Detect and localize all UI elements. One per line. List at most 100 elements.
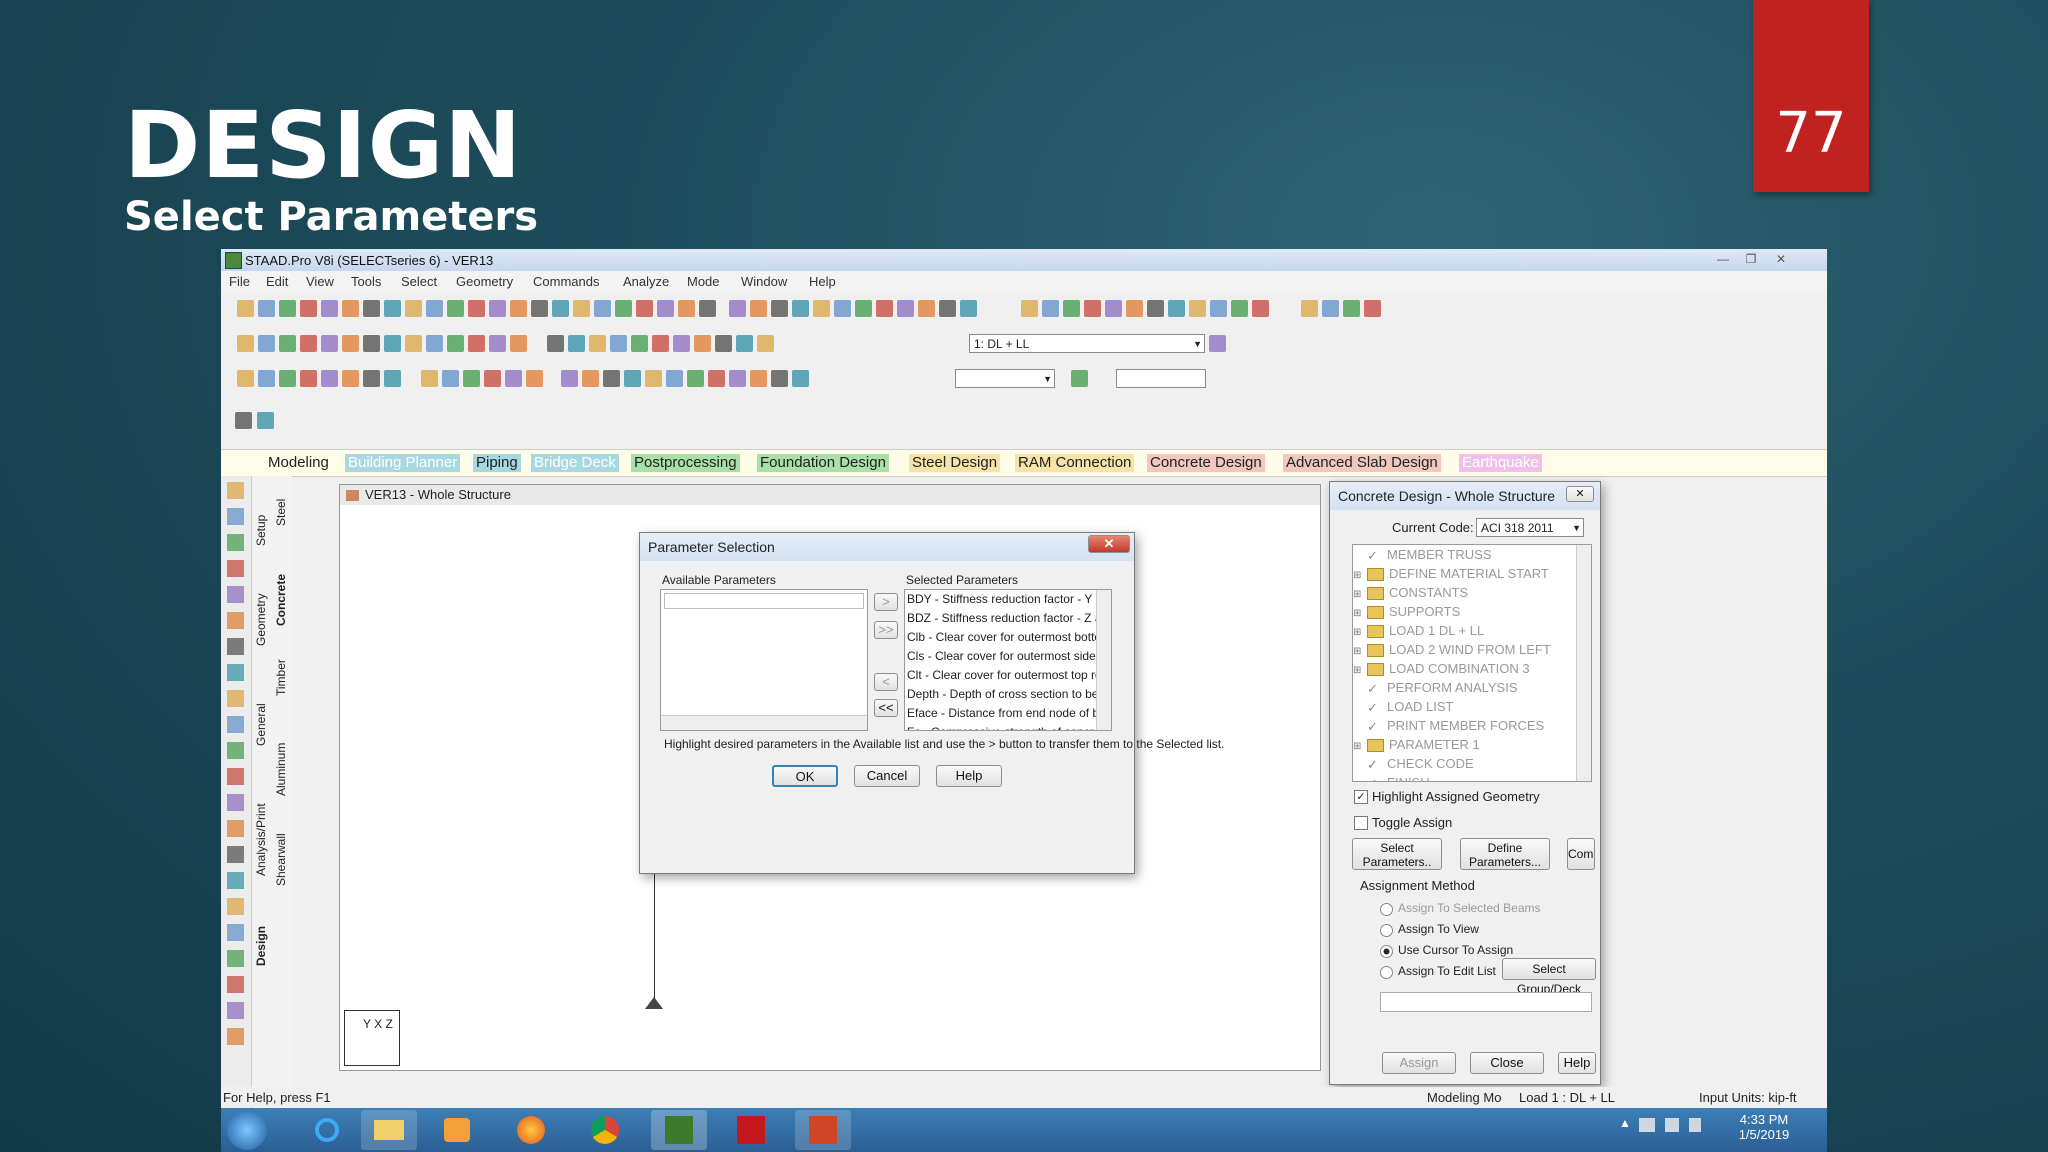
toolbar-tool-icon[interactable]	[384, 370, 401, 387]
toolbar-tool-icon[interactable]	[960, 300, 977, 317]
select-group-deck-button[interactable]: Select Group/Deck	[1502, 958, 1596, 996]
toolbar-tool-icon[interactable]	[1209, 335, 1226, 352]
add-param-button[interactable]: >	[874, 593, 898, 611]
menu-commands[interactable]: Commands	[533, 274, 599, 289]
firefox-icon[interactable]	[503, 1110, 559, 1150]
left-tool-icon[interactable]	[227, 872, 244, 889]
left-tool-icon[interactable]	[227, 820, 244, 837]
select-parameters-button[interactable]: Select Parameters..	[1352, 838, 1442, 870]
toolbar-tool-icon[interactable]	[1301, 300, 1318, 317]
selected-param-item[interactable]: BDY - Stiffness reduction factor - Y axi…	[905, 590, 1111, 609]
toolbar-tool-icon[interactable]	[729, 300, 746, 317]
toolbar-tool-icon[interactable]	[279, 370, 296, 387]
selected-param-item[interactable]: Fc - Compressive strength of concrete:	[905, 723, 1111, 730]
toolbar-tool-icon[interactable]	[813, 300, 830, 317]
tab-general[interactable]: General	[254, 703, 268, 746]
toolbar-tool-icon[interactable]	[757, 335, 774, 352]
toolbar-tool-icon[interactable]	[447, 335, 464, 352]
toolbar-tool-icon[interactable]	[1071, 370, 1088, 387]
toolbar-tool-icon[interactable]	[526, 370, 543, 387]
selected-list-scrollbar[interactable]	[1096, 590, 1111, 730]
toolbar-tool-icon[interactable]	[1231, 300, 1248, 317]
toolbar-tool-icon[interactable]	[321, 370, 338, 387]
toolbar-tool-icon[interactable]	[1084, 300, 1101, 317]
tab-foundation-design[interactable]: Foundation Design	[757, 454, 889, 472]
toolbar-tool-icon[interactable]	[715, 335, 732, 352]
minimize-button[interactable]: —	[1711, 251, 1735, 267]
param-dialog-close-button[interactable]: ✕	[1088, 535, 1130, 553]
toolbar-tool-icon[interactable]	[897, 300, 914, 317]
tab-bridge-deck[interactable]: Bridge Deck	[531, 454, 619, 472]
add-all-params-button[interactable]: >>	[874, 621, 898, 639]
toolbar-tool-icon[interactable]	[729, 370, 746, 387]
toolbar-tool-icon[interactable]	[1126, 300, 1143, 317]
toolbar-tool-icon[interactable]	[237, 300, 254, 317]
toolbar-tool-icon[interactable]	[279, 335, 296, 352]
toolbar-tool-icon[interactable]	[505, 370, 522, 387]
concrete-help-button[interactable]: Help	[1558, 1052, 1596, 1074]
left-tool-icon[interactable]	[227, 846, 244, 863]
volume-icon[interactable]	[1665, 1118, 1679, 1132]
radio-assign-selected-beams[interactable]	[1380, 903, 1393, 916]
ok-button[interactable]: OK	[772, 765, 838, 787]
toolbar-tool-icon[interactable]	[405, 335, 422, 352]
toolbar-tool-icon[interactable]	[645, 370, 662, 387]
toolbar-tool-icon[interactable]	[568, 335, 585, 352]
toolbar-tool-icon[interactable]	[426, 335, 443, 352]
toolbar-tool-icon[interactable]	[342, 300, 359, 317]
start-button-icon[interactable]	[227, 1110, 267, 1150]
toolbar-tool-icon[interactable]	[678, 300, 695, 317]
menu-help[interactable]: Help	[809, 274, 836, 289]
toolbar-tool-icon[interactable]	[687, 370, 704, 387]
media-player-icon[interactable]	[429, 1110, 485, 1150]
menu-geometry[interactable]: Geometry	[456, 274, 513, 289]
toolbar-tool-icon[interactable]	[939, 300, 956, 317]
toolbar-tool-icon[interactable]	[589, 335, 606, 352]
toolbar-tool-icon[interactable]	[1343, 300, 1360, 317]
toolbar-tool-icon[interactable]	[1210, 300, 1227, 317]
toolbar-tool-icon[interactable]	[652, 335, 669, 352]
file-explorer-icon[interactable]	[361, 1110, 417, 1150]
left-tool-icon[interactable]	[227, 950, 244, 967]
toolbar-tool-icon[interactable]	[615, 300, 632, 317]
left-tool-icon[interactable]	[227, 1028, 244, 1045]
close-window-button[interactable]: ✕	[1769, 251, 1793, 267]
toolbar-tool-icon[interactable]	[237, 335, 254, 352]
left-tool-icon[interactable]	[227, 508, 244, 525]
selected-parameters-list[interactable]: BDY - Stiffness reduction factor - Y axi…	[904, 589, 1112, 731]
toolbar-tool-icon[interactable]	[1042, 300, 1059, 317]
tab-aluminum[interactable]: Aluminum	[274, 743, 288, 796]
toolbar-tool-icon[interactable]	[750, 300, 767, 317]
menu-view[interactable]: View	[306, 274, 334, 289]
menu-edit[interactable]: Edit	[266, 274, 288, 289]
toolbar-spin-input[interactable]	[1116, 369, 1206, 388]
toolbar-tool-icon[interactable]	[300, 370, 317, 387]
toolbar-tool-icon[interactable]	[421, 370, 438, 387]
toolbar-tool-icon[interactable]	[631, 335, 648, 352]
left-tool-icon[interactable]	[227, 482, 244, 499]
toolbar-tool-icon[interactable]	[257, 412, 274, 429]
toolbar-tool-icon[interactable]	[384, 335, 401, 352]
flag-icon[interactable]	[1689, 1118, 1701, 1132]
toolbar-tool-icon[interactable]	[792, 300, 809, 317]
toolbar-tool-icon[interactable]	[1105, 300, 1122, 317]
toolbar-tool-icon[interactable]	[657, 300, 674, 317]
selected-param-item[interactable]: Cls - Clear cover for outermost side rei…	[905, 647, 1111, 666]
toolbar-tool-icon[interactable]	[442, 370, 459, 387]
tree-node[interactable]: ⊞ SUPPORTS	[1353, 602, 1591, 621]
menu-window[interactable]: Window	[741, 274, 787, 289]
staad-pro-taskbar-icon[interactable]	[651, 1110, 707, 1150]
toolbar-tool-icon[interactable]	[1063, 300, 1080, 317]
left-tool-icon[interactable]	[227, 742, 244, 759]
tree-node[interactable]: ⊞ LOAD 2 WIND FROM LEFT	[1353, 640, 1591, 659]
toolbar-tool-icon[interactable]	[300, 300, 317, 317]
taskbar-clock[interactable]: 4:33 PM 1/5/2019	[1729, 1112, 1799, 1142]
left-tool-icon[interactable]	[227, 586, 244, 603]
toolbar-tool-icon[interactable]	[342, 335, 359, 352]
toolbar-tool-icon[interactable]	[258, 335, 275, 352]
toolbar-tool-icon[interactable]	[547, 335, 564, 352]
toolbar-tool-icon[interactable]	[484, 370, 501, 387]
toolbar-tool-icon[interactable]	[405, 300, 422, 317]
tab-steel[interactable]: Steel	[274, 499, 288, 526]
current-code-select[interactable]: ACI 318 2011 ▼	[1476, 518, 1584, 537]
